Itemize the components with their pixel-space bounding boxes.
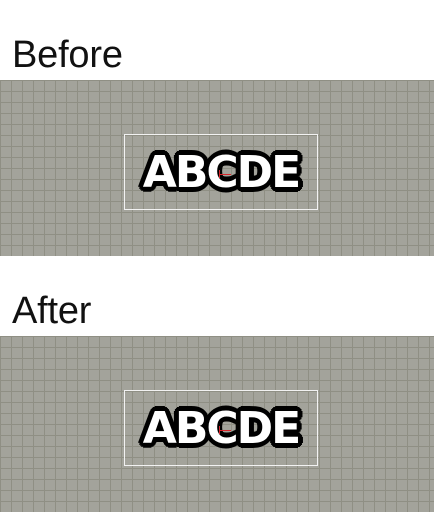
origin-marker-horizontal bbox=[219, 430, 231, 431]
after-canvas[interactable]: ABCDE bbox=[0, 336, 434, 512]
before-origin-marker-icon bbox=[219, 170, 231, 178]
before-canvas[interactable]: ABCDE bbox=[0, 80, 434, 256]
origin-marker-horizontal bbox=[219, 174, 231, 175]
before-heading: Before bbox=[12, 34, 123, 76]
after-origin-marker-icon bbox=[219, 426, 231, 434]
after-heading: After bbox=[12, 290, 92, 332]
comparison-page: Before ABCDE After ABCDE bbox=[0, 0, 434, 512]
